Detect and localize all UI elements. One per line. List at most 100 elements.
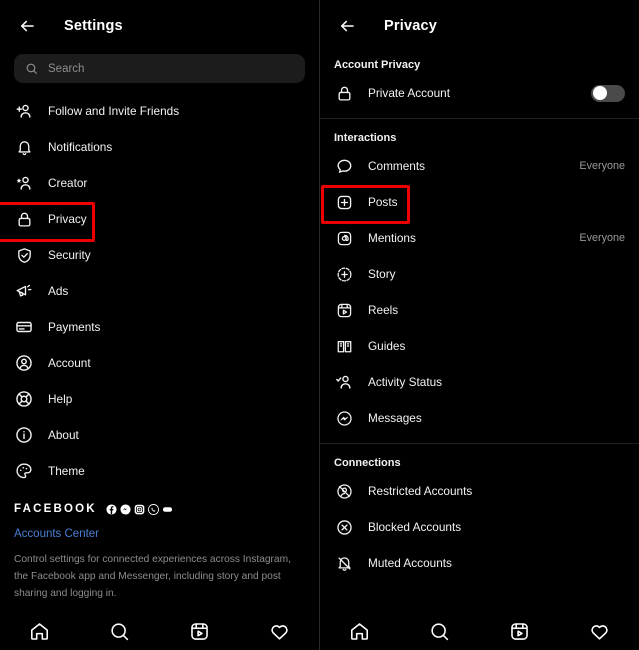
sidebar-item-about[interactable]: About xyxy=(0,417,319,453)
page-title: Privacy xyxy=(384,18,437,34)
privacy-header: Privacy xyxy=(320,6,639,46)
messenger-icon xyxy=(334,408,354,428)
privacy-item-reels[interactable]: Reels xyxy=(320,292,639,328)
back-button[interactable] xyxy=(332,11,362,41)
messenger-icon xyxy=(120,503,131,515)
bottom-nav-left xyxy=(0,612,319,650)
sidebar-item-label: About xyxy=(48,428,79,442)
privacy-item-blocked-accounts[interactable]: Blocked Accounts xyxy=(320,509,639,545)
privacy-item-label: Story xyxy=(368,267,396,281)
privacy-item-label: Messages xyxy=(368,411,422,425)
privacy-item-label: Activity Status xyxy=(368,375,443,389)
search-icon[interactable] xyxy=(427,618,453,644)
sidebar-item-label: Creator xyxy=(48,176,88,190)
lock-icon xyxy=(334,83,354,103)
privacy-item-label: Mentions xyxy=(368,231,416,245)
sidebar-item-follow-invite[interactable]: Follow and Invite Friends xyxy=(0,93,319,129)
sidebar-item-notifications[interactable]: Notifications xyxy=(0,129,319,165)
search-placeholder: Search xyxy=(48,62,85,75)
lifebuoy-icon xyxy=(14,389,34,409)
person-circle-icon xyxy=(14,353,34,373)
privacy-item-posts[interactable]: Posts xyxy=(320,184,639,224)
story-icon xyxy=(334,264,354,284)
search-input[interactable]: Search xyxy=(14,54,305,83)
privacy-item-value: Everyone xyxy=(579,232,625,244)
privacy-item-label: Comments xyxy=(368,159,426,173)
facebook-wordmark: FACEBOOK xyxy=(14,503,97,515)
sidebar-item-security[interactable]: Security xyxy=(0,237,319,273)
sidebar-item-payments[interactable]: Payments xyxy=(0,309,319,345)
sidebar-item-label: Ads xyxy=(48,284,69,298)
privacy-item-private-account[interactable]: Private Account xyxy=(320,75,639,111)
accounts-center-link[interactable]: Accounts Center xyxy=(14,528,305,540)
facebook-brand-row: FACEBOOK xyxy=(14,503,305,515)
arrow-left-icon xyxy=(18,17,36,35)
sidebar-item-account[interactable]: Account xyxy=(0,345,319,381)
back-button[interactable] xyxy=(12,11,42,41)
section-title-interactions: Interactions xyxy=(334,132,397,144)
facebook-footer: FACEBOOK Accounts Center Control setting… xyxy=(0,489,319,602)
facebook-description: Control settings for connected experienc… xyxy=(14,554,291,599)
home-icon[interactable] xyxy=(347,618,373,644)
facebook-app-icons xyxy=(106,503,173,515)
bell-icon xyxy=(14,137,34,157)
dual-screenshot: Settings Search Follow and Invite Friend… xyxy=(0,0,639,650)
restricted-icon xyxy=(334,481,354,501)
toggle-knob xyxy=(592,86,607,100)
privacy-item-label: Guides xyxy=(368,339,406,353)
whatsapp-icon xyxy=(147,503,159,515)
instagram-icon xyxy=(134,504,145,515)
sidebar-item-theme[interactable]: Theme xyxy=(0,453,319,489)
privacy-item-guides[interactable]: Guides xyxy=(320,328,639,364)
sidebar-item-help[interactable]: Help xyxy=(0,381,319,417)
sidebar-item-privacy[interactable]: Privacy xyxy=(0,201,319,242)
facebook-icon xyxy=(106,503,117,515)
sidebar-item-creator[interactable]: Creator xyxy=(0,165,319,201)
lock-icon xyxy=(14,209,34,229)
settings-list: Follow and Invite Friends Notifications xyxy=(0,83,319,489)
privacy-item-label: Restricted Accounts xyxy=(368,484,473,498)
heart-icon[interactable] xyxy=(266,618,292,644)
privacy-item-label: Muted Accounts xyxy=(368,556,452,570)
sidebar-item-label: Payments xyxy=(48,320,101,334)
sidebar-item-label: Help xyxy=(48,392,73,406)
sidebar-item-label: Theme xyxy=(48,464,85,478)
privacy-item-activity-status[interactable]: Activity Status xyxy=(320,364,639,400)
comment-icon xyxy=(334,156,354,176)
sidebar-item-label: Account xyxy=(48,356,91,370)
heart-icon[interactable] xyxy=(586,618,612,644)
sidebar-item-label: Privacy xyxy=(48,212,87,226)
home-icon[interactable] xyxy=(27,618,53,644)
privacy-item-mentions[interactable]: Mentions Everyone xyxy=(320,220,639,256)
reels-icon[interactable] xyxy=(186,618,212,644)
bottom-nav-right xyxy=(320,612,639,650)
search-container: Search xyxy=(0,46,319,83)
guides-icon xyxy=(334,336,354,356)
privacy-item-label: Private Account xyxy=(368,86,450,100)
sidebar-item-ads[interactable]: Ads xyxy=(0,273,319,309)
shield-check-icon xyxy=(14,245,34,265)
search-icon[interactable] xyxy=(107,618,133,644)
reels-icon[interactable] xyxy=(506,618,532,644)
privacy-item-restricted-accounts[interactable]: Restricted Accounts xyxy=(320,473,639,509)
blocked-icon xyxy=(334,517,354,537)
sidebar-item-label: Follow and Invite Friends xyxy=(48,104,180,118)
privacy-item-label: Blocked Accounts xyxy=(368,520,462,534)
privacy-item-label: Reels xyxy=(368,303,399,317)
search-icon xyxy=(25,62,38,75)
privacy-item-muted-accounts[interactable]: Muted Accounts xyxy=(320,545,639,581)
settings-header: Settings xyxy=(0,6,319,46)
megaphone-icon xyxy=(14,281,34,301)
page-title: Settings xyxy=(64,18,123,34)
section-title-connections: Connections xyxy=(334,457,401,469)
privacy-item-messages[interactable]: Messages xyxy=(320,400,639,436)
sidebar-item-label: Security xyxy=(48,248,91,262)
settings-panel: Settings Search Follow and Invite Friend… xyxy=(0,0,320,650)
sidebar-item-label: Notifications xyxy=(48,140,113,154)
privacy-item-comments[interactable]: Comments Everyone xyxy=(320,148,639,184)
privacy-item-label: Posts xyxy=(368,195,398,209)
private-account-toggle[interactable] xyxy=(591,84,625,102)
privacy-panel: Privacy Account Privacy Private Account … xyxy=(320,0,639,650)
privacy-item-story[interactable]: Story xyxy=(320,256,639,292)
section-title-account-privacy: Account Privacy xyxy=(334,59,421,71)
